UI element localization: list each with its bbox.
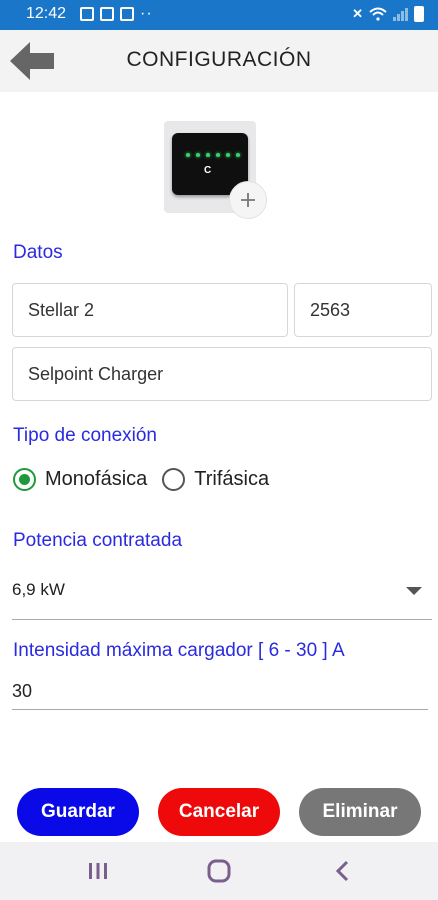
status-system-icons: ✕: [352, 6, 424, 22]
save-button[interactable]: Guardar: [17, 788, 139, 836]
app-bar: CONFIGURACIÓN: [0, 30, 438, 92]
mute-icon: ✕: [352, 6, 363, 21]
radio-monofasica-label: Monofásica: [45, 468, 148, 490]
system-nav-bar: [0, 842, 438, 900]
status-bar: 12:42 ·· ✕: [0, 0, 438, 30]
connection-type-radio-group: Monofásica Trifásica: [13, 468, 269, 491]
charger-leds: [186, 153, 240, 157]
cancel-button[interactable]: Cancelar: [158, 788, 280, 836]
intensity-input[interactable]: [12, 674, 428, 710]
add-photo-button[interactable]: [229, 181, 267, 219]
radio-button-unselected[interactable]: [162, 468, 186, 491]
model-field[interactable]: [12, 347, 432, 401]
status-time: 12:42: [26, 5, 67, 22]
name-field[interactable]: [12, 283, 288, 337]
radio-button-selected[interactable]: [13, 468, 36, 491]
more-notifications-icon: ··: [140, 5, 153, 22]
datos-label: Datos: [13, 242, 63, 263]
power-select[interactable]: 6,9 kW: [12, 566, 432, 620]
signal-icon: [393, 7, 408, 21]
power-select-value: 6,9 kW: [12, 580, 65, 599]
nav-recents-button[interactable]: [83, 856, 113, 886]
connection-type-label: Tipo de conexión: [13, 425, 158, 446]
status-notification-icons: ··: [80, 5, 153, 22]
home-icon: [207, 859, 231, 883]
charger-logo: C: [204, 165, 212, 176]
plus-icon: [241, 193, 255, 207]
nav-home-button[interactable]: [204, 856, 234, 886]
mail-notification-icon: [120, 7, 134, 21]
chevron-left-icon: [335, 860, 349, 882]
delete-button[interactable]: Eliminar: [299, 788, 421, 836]
battery-icon: [414, 6, 424, 22]
recents-icon: [89, 863, 107, 879]
caret-down-icon: [406, 587, 422, 595]
nav-back-button[interactable]: [328, 856, 358, 886]
gallery-notification-icon: [80, 7, 94, 21]
intensity-label: Intensidad máxima cargador [ 6 - 30 ] A: [13, 640, 345, 661]
radio-trifasica-label: Trifásica: [194, 468, 270, 490]
radio-trifasica[interactable]: Trifásica: [162, 468, 269, 491]
power-label: Potencia contratada: [13, 530, 183, 551]
app-notification-icon: [100, 7, 114, 21]
page-title: CONFIGURACIÓN: [126, 48, 312, 71]
wifi-icon: [369, 7, 387, 21]
code-field[interactable]: [294, 283, 432, 337]
radio-monofasica[interactable]: Monofásica: [13, 468, 147, 491]
